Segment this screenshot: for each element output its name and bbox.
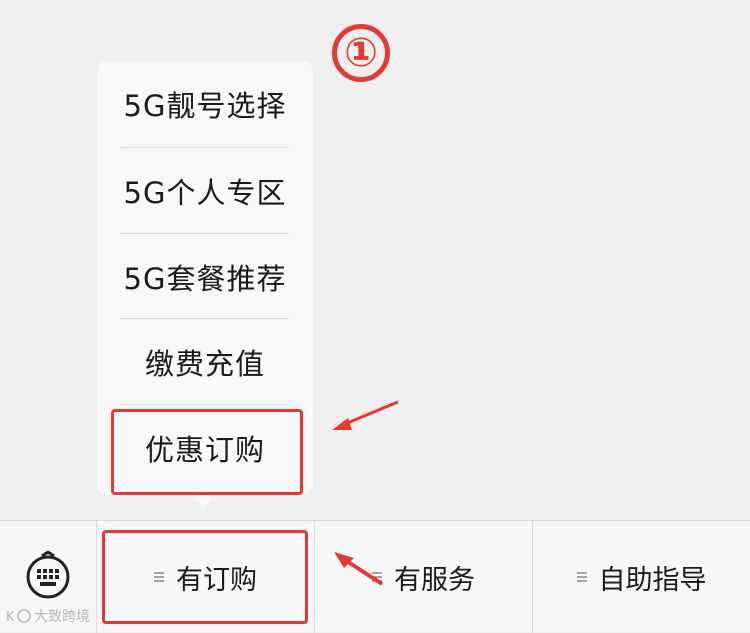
svg-text:K: K: [6, 610, 15, 624]
highlight-box-offer-order: [111, 409, 303, 495]
highlight-box-tab: [102, 530, 308, 624]
keyboard-toggle-button[interactable]: [24, 550, 72, 599]
menu-lines-icon: [576, 571, 587, 583]
watermark-logo-icon: K: [6, 609, 31, 624]
menu-item-5g-number[interactable]: 5G靓号选择: [97, 61, 313, 147]
tab-self-help[interactable]: 自助指导: [533, 521, 750, 633]
watermark: K 大致跨境: [6, 606, 90, 626]
keyboard-icon: [26, 550, 70, 599]
watermark-text: 大致跨境: [34, 609, 90, 625]
step-marker: ①: [332, 24, 390, 82]
red-arrow-icon: [332, 400, 399, 430]
menu-item-5g-personal[interactable]: 5G个人专区: [97, 148, 313, 234]
menu-item-recharge[interactable]: 缴费充值: [97, 319, 313, 405]
red-arrow-icon: [334, 552, 384, 586]
tab-label: 有服务: [394, 564, 475, 596]
tab-label: 自助指导: [598, 564, 707, 596]
menu-item-5g-package[interactable]: 5G套餐推荐: [97, 234, 313, 320]
